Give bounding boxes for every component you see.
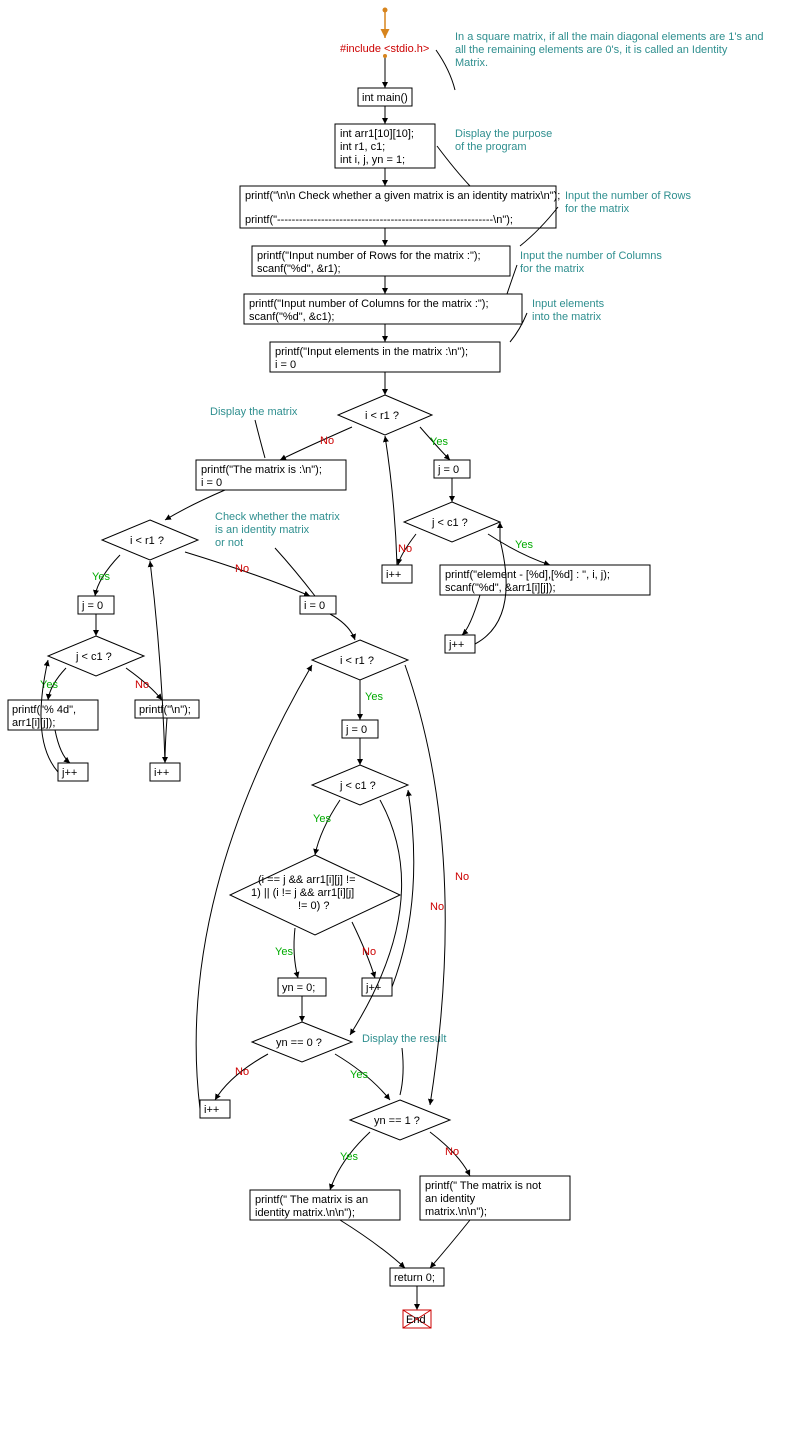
- decls-l3: int i, j, yn = 1;: [340, 154, 405, 166]
- decls-l1: int arr1[10][10];: [340, 128, 414, 140]
- jpp-input-text: j++: [448, 639, 464, 651]
- comment-identity-def-l1: In a square matrix, if all the main diag…: [455, 31, 763, 43]
- read-elem-l2: scanf("%d", &arr1[i][j]);: [445, 582, 556, 594]
- label-no: No: [398, 543, 412, 555]
- label-no: No: [320, 435, 334, 447]
- cond-i-lt-r1-input-text: i < r1 ?: [365, 410, 399, 422]
- comment-identity-def-l3: Matrix.: [455, 57, 488, 69]
- input-rows-l1: printf("Input number of Rows for the mat…: [257, 250, 481, 262]
- yn0-text: yn = 0;: [282, 982, 315, 994]
- cond-yn1-text: yn == 1 ?: [374, 1115, 420, 1127]
- comment-check-l1: Check whether the matrix: [215, 511, 340, 523]
- print-cell-l1: printf("% 4d",: [12, 704, 76, 716]
- comment-check-l2: is an identity matrix: [215, 524, 310, 536]
- ipp-disp-text: i++: [154, 767, 169, 779]
- j0-check-text: j = 0: [345, 724, 367, 736]
- print-cell-l2: arr1[i][j]);: [12, 717, 55, 729]
- label-no: No: [235, 563, 249, 575]
- label-yes: Yes: [350, 1069, 368, 1081]
- label-yes: Yes: [340, 1151, 358, 1163]
- cond-yn0-text: yn == 0 ?: [276, 1037, 322, 1049]
- label-no: No: [135, 679, 149, 691]
- print-header-l1: printf("\n\n Check whether a given matri…: [245, 190, 560, 202]
- disp-init-l2: i = 0: [201, 477, 222, 489]
- read-elem-l1: printf("element - [%d],[%d] : ", i, j);: [445, 569, 610, 581]
- label-yes: Yes: [92, 571, 110, 583]
- res-no-l3: matrix.\n\n");: [425, 1206, 487, 1218]
- input-cols-l2: scanf("%d", &c1);: [249, 311, 334, 323]
- label-yes: Yes: [365, 691, 383, 703]
- ipp-input-text: i++: [386, 569, 401, 581]
- cond-i-lt-r1-disp-text: i < r1 ?: [130, 535, 164, 547]
- cond-j-lt-c1-check-text: j < c1 ?: [339, 780, 376, 792]
- input-elems-l2: i = 0: [275, 359, 296, 371]
- res-no-l2: an identity: [425, 1193, 476, 1205]
- res-yes-l2: identity matrix.\n\n");: [255, 1207, 355, 1219]
- input-cols-l1: printf("Input number of Columns for the …: [249, 298, 489, 310]
- comment-purpose-l1: Display the purpose: [455, 128, 552, 140]
- cond-j-lt-c1-input-text: j < c1 ?: [431, 517, 468, 529]
- comment-rows-l1: Input the number of Rows: [565, 190, 691, 202]
- cond-identity-l2: 1) || (i != j && arr1[i][j]: [251, 887, 354, 899]
- comment-check-l3: or not: [215, 537, 243, 549]
- label-no: No: [235, 1066, 249, 1078]
- label-yes: Yes: [430, 436, 448, 448]
- i0-check-text: i = 0: [304, 600, 325, 612]
- comment-elems-l2: into the matrix: [532, 311, 602, 323]
- cond-j-lt-c1-disp-text: j < c1 ?: [75, 651, 112, 663]
- decls-l2: int r1, c1;: [340, 141, 385, 153]
- flowchart-canvas: #include <stdio.h> In a square matrix, i…: [0, 0, 808, 1444]
- cond-identity-l1: (i == j && arr1[i][j] !=: [258, 874, 356, 886]
- include-directive: #include <stdio.h>: [340, 43, 429, 55]
- end-text: End: [406, 1314, 426, 1326]
- comment-connector: [436, 50, 455, 90]
- print-nl-text: printf("\n");: [139, 704, 191, 716]
- main-decl-text: int main(): [362, 92, 408, 104]
- input-elems-l1: printf("Input elements in the matrix :\n…: [275, 346, 468, 358]
- cond-i-lt-r1-check-text: i < r1 ?: [340, 655, 374, 667]
- jpp-check-text: j++: [365, 982, 381, 994]
- comment-display-matrix: Display the matrix: [210, 406, 298, 418]
- res-yes-l1: printf(" The matrix is an: [255, 1194, 368, 1206]
- comment-cols-l2: for the matrix: [520, 263, 585, 275]
- comment-purpose-l2: of the program: [455, 141, 527, 153]
- ipp-check-text: i++: [204, 1104, 219, 1116]
- label-yes: Yes: [275, 946, 293, 958]
- res-no-l1: printf(" The matrix is not: [425, 1180, 541, 1192]
- label-no: No: [430, 901, 444, 913]
- j0-disp-text: j = 0: [81, 600, 103, 612]
- comment-result: Display the result: [362, 1033, 446, 1045]
- label-no: No: [455, 871, 469, 883]
- return-text: return 0;: [394, 1272, 435, 1284]
- label-no: No: [362, 946, 376, 958]
- disp-init-l1: printf("The matrix is :\n");: [201, 464, 322, 476]
- cond-identity-l3: != 0) ?: [298, 900, 330, 912]
- j0-input-text: j = 0: [437, 464, 459, 476]
- input-rows-l2: scanf("%d", &r1);: [257, 263, 341, 275]
- print-header-l2: printf("--------------------------------…: [245, 214, 513, 226]
- label-yes: Yes: [515, 539, 533, 551]
- jpp-disp-text: j++: [61, 767, 77, 779]
- label-no: No: [445, 1146, 459, 1158]
- label-yes: Yes: [313, 813, 331, 825]
- comment-identity-def-l2: all the remaining elements are 0's, it i…: [455, 44, 728, 56]
- comment-rows-l2: for the matrix: [565, 203, 630, 215]
- comment-elems-l1: Input elements: [532, 298, 605, 310]
- comment-cols-l1: Input the number of Columns: [520, 250, 662, 262]
